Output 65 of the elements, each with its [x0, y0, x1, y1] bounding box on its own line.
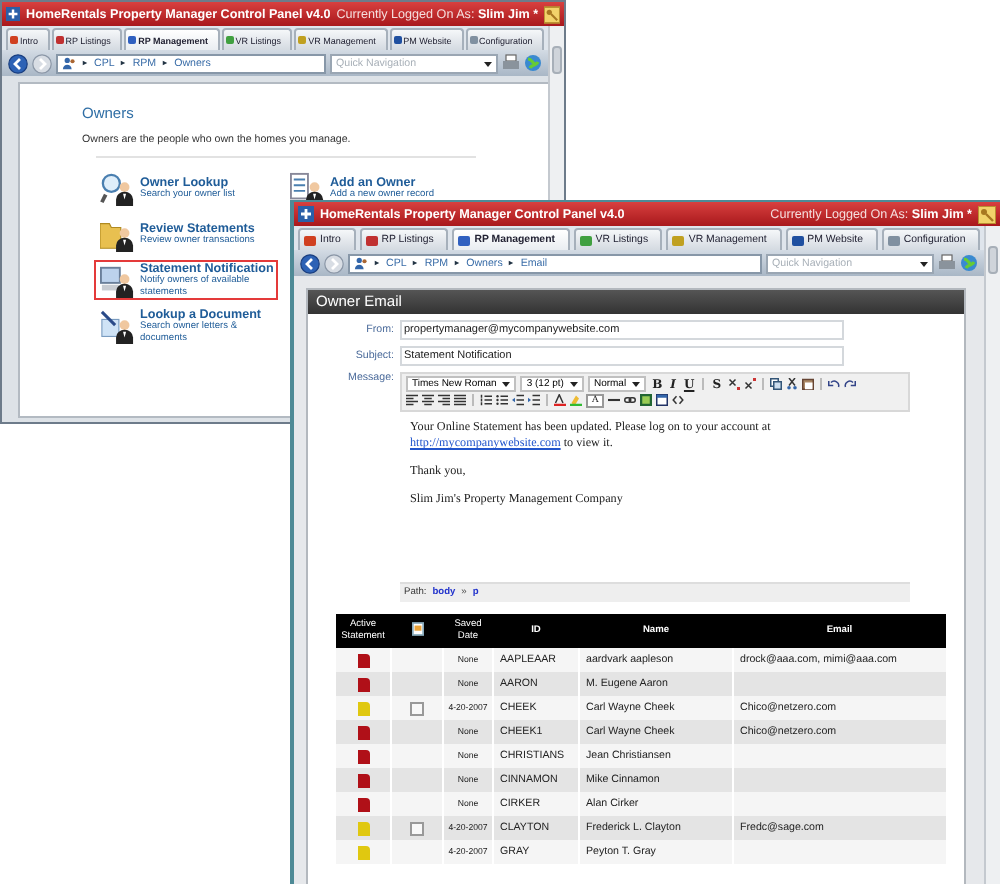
people-icon — [354, 256, 368, 270]
undo-icon[interactable] — [827, 378, 840, 390]
tab-icon — [458, 235, 471, 245]
checkbox[interactable] — [410, 701, 424, 715]
align-right-icon[interactable] — [438, 394, 450, 406]
tab-icon — [672, 235, 685, 245]
tab-icon — [791, 235, 804, 245]
tab-icon — [10, 36, 18, 44]
folder-icon — [100, 217, 134, 251]
tab-icon — [365, 235, 378, 245]
subscript-icon[interactable] — [727, 378, 740, 390]
separator-icon — [120, 60, 127, 66]
copy-icon[interactable] — [769, 378, 782, 390]
separator-icon — [412, 260, 419, 266]
back-icon[interactable] — [8, 53, 28, 73]
table-icon[interactable] — [656, 394, 669, 406]
separator-icon — [508, 260, 515, 266]
tab-icon — [469, 36, 477, 44]
tab-icon — [55, 36, 64, 44]
link-icon[interactable] — [624, 394, 637, 406]
align-left-icon[interactable] — [406, 394, 418, 406]
clipboard-icon[interactable] — [801, 378, 814, 390]
separator-icon — [162, 60, 169, 66]
pen-icon — [100, 309, 134, 343]
superscript-icon[interactable] — [743, 378, 756, 390]
people-icon — [62, 56, 76, 70]
caret-icon — [502, 380, 511, 388]
caret-icon — [569, 380, 578, 388]
tab-icon — [393, 36, 402, 44]
tab-icon — [298, 36, 307, 44]
print-icon[interactable] — [938, 254, 956, 272]
separator-icon — [454, 260, 461, 266]
checkbox[interactable] — [410, 821, 424, 835]
indent-icon[interactable] — [528, 394, 540, 406]
image-icon[interactable] — [640, 394, 653, 406]
text-color-icon[interactable] — [554, 394, 566, 406]
redo-icon[interactable] — [843, 378, 856, 390]
tab-icon — [225, 36, 234, 44]
caret-icon — [632, 380, 641, 388]
separator-icon — [374, 260, 380, 266]
bullet-list-icon[interactable] — [496, 394, 508, 406]
scrollbar[interactable] — [984, 226, 1000, 884]
numbered-list-icon[interactable] — [480, 394, 492, 406]
app-icon — [6, 6, 21, 22]
separator-icon — [82, 60, 88, 66]
align-center-icon[interactable] — [422, 394, 434, 406]
magnifier-icon — [100, 171, 134, 205]
key-icon[interactable] — [978, 205, 996, 223]
tab-icon — [887, 235, 900, 245]
monitor-icon — [100, 263, 134, 297]
tab-icon — [128, 36, 137, 44]
horizontal-rule-icon[interactable] — [608, 394, 621, 406]
caret-icon — [484, 59, 492, 67]
outdent-icon[interactable] — [512, 394, 524, 406]
document-icon — [411, 621, 423, 636]
justify-icon[interactable] — [454, 394, 466, 406]
tab-icon — [579, 235, 592, 245]
back-icon[interactable] — [300, 253, 320, 273]
print-icon[interactable] — [502, 54, 520, 72]
caret-icon — [920, 259, 928, 267]
app-icon — [298, 206, 314, 222]
tab-icon — [304, 235, 316, 245]
code-icon[interactable] — [672, 394, 685, 406]
key-icon[interactable] — [544, 5, 560, 23]
scissors-icon[interactable] — [785, 378, 798, 390]
